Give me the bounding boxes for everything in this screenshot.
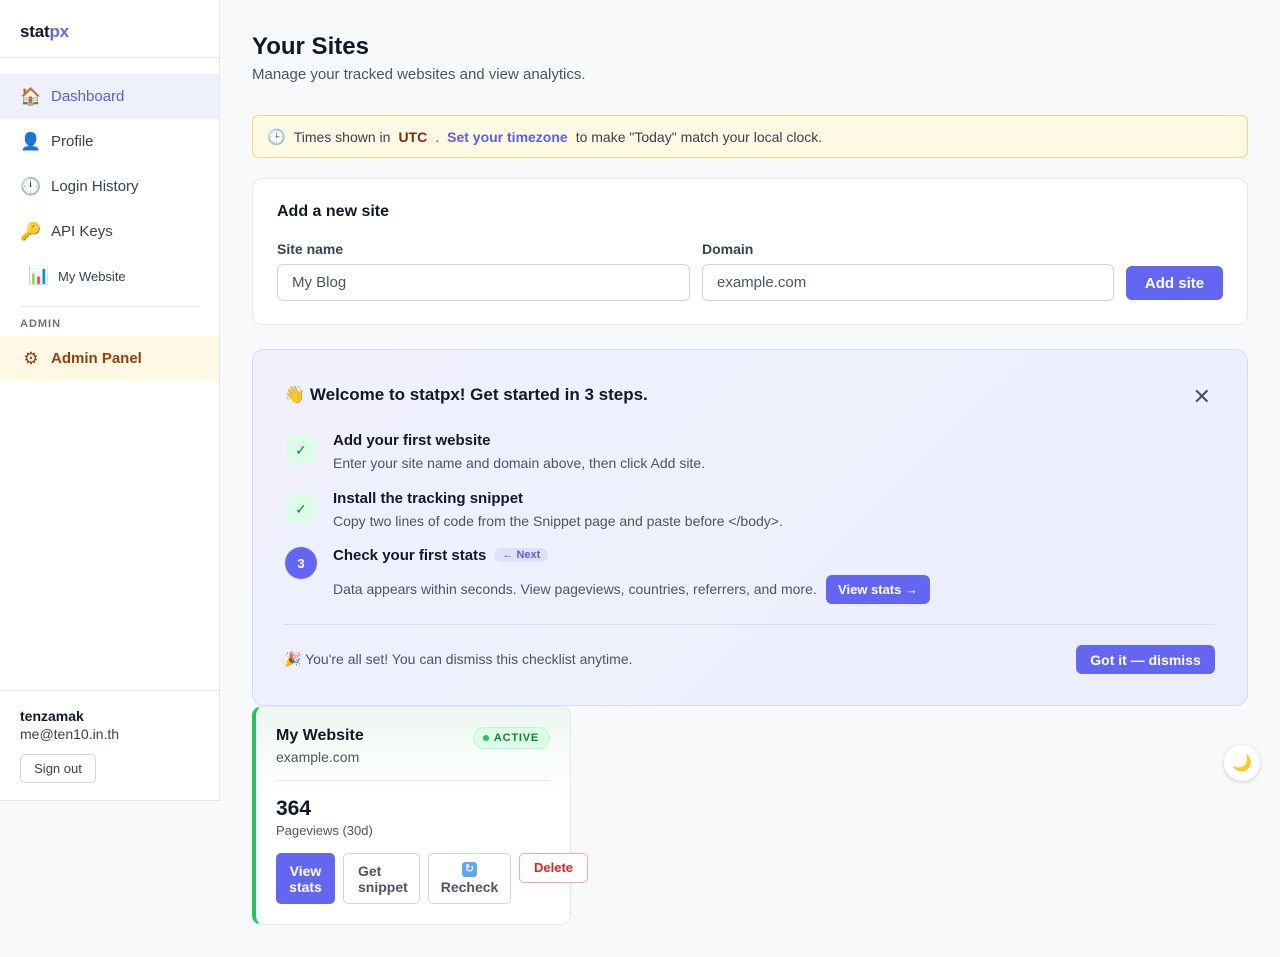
site-domain: example.com (276, 749, 360, 765)
step-title: Check your first stats (333, 547, 487, 564)
sidebar-item-label: API Keys (51, 223, 113, 240)
get-snippet-button[interactable]: Get snippet (343, 853, 420, 904)
welcome-divider (284, 624, 1215, 625)
step-title: Install the tracking snippet (333, 490, 524, 507)
button-line-2: stats (289, 878, 322, 895)
step-description: Enter your site name and domain above, t… (333, 455, 705, 471)
sidebar-item-admin-panel[interactable]: ⚙ Admin Panel (0, 336, 219, 381)
timezone-banner-suffix: to make "Today" match your local clock. (575, 128, 823, 145)
view-stats-button[interactable]: View stats → (826, 575, 930, 604)
set-timezone-link[interactable]: Set your timezone (447, 129, 568, 145)
user-icon: 👤 (20, 131, 42, 151)
sidebar: statpx 🏠 Dashboard 👤 Profile 🕛 Login His… (0, 0, 220, 801)
add-site-button[interactable]: Add site (1126, 266, 1223, 300)
timezone-banner-dot: . (435, 128, 440, 145)
sidebar-item-dashboard[interactable]: 🏠 Dashboard (0, 74, 219, 119)
sidebar-item-label: Dashboard (51, 88, 125, 105)
sidebar-item-label: Login History (51, 178, 139, 195)
clock-icon: 🕛 (20, 176, 42, 196)
button-line-1: Get (358, 862, 382, 879)
add-site-title: Add a new site (277, 203, 390, 220)
sidebar-divider (20, 306, 199, 307)
button-label: Recheck (440, 879, 499, 895)
timezone-banner: 🕒 Times shown in UTC . Set your timezone… (252, 115, 1248, 158)
button-line-1: View (289, 862, 322, 879)
dismiss-button[interactable]: Got it — dismiss (1076, 645, 1215, 674)
brand-prefix: stat (20, 22, 50, 41)
sign-out-button[interactable]: Sign out (20, 754, 96, 783)
recheck-button[interactable]: ↻ Recheck (428, 853, 511, 904)
site-name-input[interactable]: My Blog (277, 264, 690, 301)
status-label: ACTIVE (493, 732, 539, 744)
status-badge: ACTIVE (472, 727, 550, 749)
sidebar-item-profile[interactable]: 👤 Profile (0, 119, 219, 164)
timezone-banner-prefix: Times shown in (293, 128, 391, 145)
pageview-count-label: Pageviews (30d) (276, 823, 373, 838)
user-name: tenzamak (20, 708, 84, 724)
chart-icon: 📊 (28, 266, 50, 285)
step-title-row: Check your first stats ← Next (333, 547, 549, 564)
welcome-checklist: 👋 Welcome to statpx! Get started in 3 st… (252, 349, 1248, 706)
sidebar-item-login-history[interactable]: 🕛 Login History (0, 164, 219, 209)
gear-icon: ⚙ (23, 348, 39, 368)
key-icon: 🔑 (20, 221, 42, 241)
refresh-icon: ↻ (462, 862, 477, 877)
domain-field-group: Domain example.com (702, 241, 1114, 301)
clock-icon: 🕒 (267, 128, 286, 146)
check-icon: ✓ (285, 434, 317, 466)
sidebar-item-label: Admin Panel (51, 350, 142, 367)
status-dot-icon (482, 735, 489, 741)
step-description: Copy two lines of code from the Snippet … (333, 513, 783, 529)
step-title: Add your first website (333, 432, 491, 449)
timezone-value: UTC (398, 128, 428, 145)
sidebar-item-label: Profile (51, 133, 94, 150)
page-title: Your Sites (252, 33, 369, 60)
site-name-field-group: Site name My Blog (277, 241, 690, 301)
add-site-card: Add a new site Site name My Blog Domain … (252, 178, 1248, 325)
button-line-2: snippet (358, 878, 408, 895)
add-site-form: Site name My Blog Domain example.com Add… (277, 241, 1223, 301)
domain-label: Domain (702, 241, 754, 257)
welcome-footer-text: 🎉 You're all set! You can dismiss this c… (284, 651, 633, 667)
home-icon: 🏠 (20, 86, 42, 106)
brand-suffix: px (49, 22, 69, 41)
site-card-divider (276, 780, 550, 781)
sidebar-item-api-keys[interactable]: 🔑 API Keys (0, 209, 219, 254)
delete-button[interactable]: Delete (519, 853, 588, 883)
pageview-count: 364 (276, 797, 312, 820)
sidebar-nav: 🏠 Dashboard 👤 Profile 🕛 Login History 🔑 … (0, 58, 219, 381)
sidebar-section-admin: ADMIN (20, 318, 62, 330)
welcome-title: 👋 Welcome to statpx! Get started in 3 st… (284, 385, 648, 404)
user-box: tenzamak me@ten10.in.th Sign out (0, 690, 219, 800)
site-name: My Website (276, 727, 364, 744)
sidebar-item-label: My Website (58, 268, 126, 284)
site-name-label: Site name (277, 241, 344, 257)
sidebar-item-my-website[interactable]: 📊 My Website (0, 254, 219, 298)
next-pill: ← Next (494, 548, 549, 562)
check-icon: ✓ (285, 493, 317, 525)
site-view-stats-button[interactable]: View stats (276, 853, 335, 904)
step-description: Data appears within seconds. View pagevi… (333, 581, 817, 597)
step-number-badge: 3 (285, 547, 317, 579)
page-subtitle: Manage your tracked websites and view an… (252, 66, 586, 83)
close-icon[interactable]: ✕ (1193, 384, 1211, 410)
user-email: me@ten10.in.th (20, 726, 120, 742)
site-card: My Website example.com ACTIVE 364 Pagevi… (252, 706, 588, 925)
domain-input[interactable]: example.com (702, 264, 1114, 301)
moon-icon[interactable]: 🌙 (1224, 745, 1260, 781)
brand-logo[interactable]: statpx (0, 0, 219, 58)
